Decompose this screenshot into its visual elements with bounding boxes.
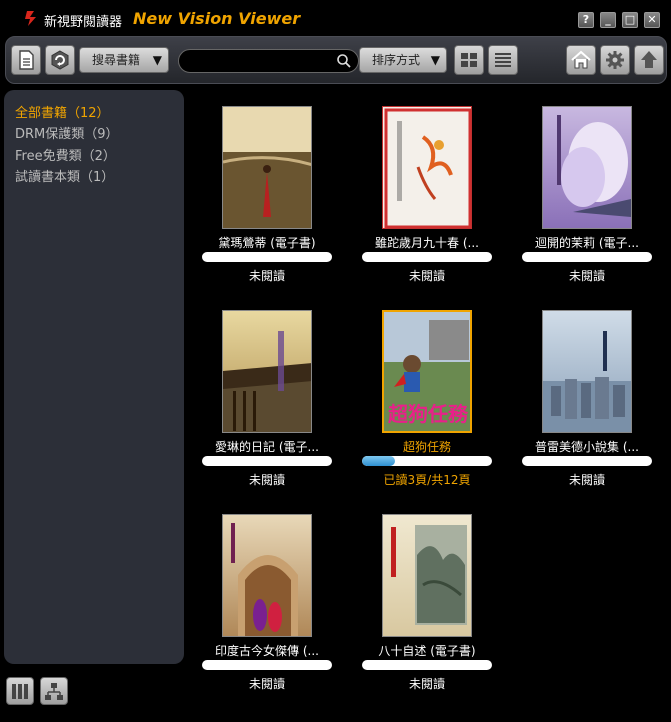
book-title: 普雷美德小說集 (... (535, 440, 639, 454)
app-title-english: New Vision Viewer (133, 9, 301, 28)
book-item[interactable]: 迴開的茉莉 (電子... 未閱讀 (510, 106, 652, 296)
book-item[interactable]: 普雷美德小說集 (... 未閱讀 (510, 310, 652, 500)
book-cover[interactable] (382, 514, 472, 637)
search-icon[interactable] (336, 53, 352, 69)
home-icon (571, 50, 591, 69)
progress-bar (202, 660, 332, 670)
grid-view-icon (461, 53, 477, 67)
close-icon[interactable]: ✕ (644, 12, 660, 28)
book-cover[interactable]: 超狗任務 (382, 310, 472, 433)
book-title: 愛琳的日記 (電子... (215, 440, 319, 454)
book-item[interactable]: 超狗任務 超狗任務 已讀3頁/共12頁 (350, 310, 492, 500)
book-title: 印度古今女傑傳 (... (215, 644, 319, 658)
search-type-label: 搜尋書籍 (92, 53, 141, 67)
sync-icon (51, 50, 69, 70)
bookshelf-icon (12, 684, 28, 699)
book-title: 迴開的茉莉 (電子... (535, 236, 639, 250)
cover-art (231, 523, 298, 636)
progress-bar (362, 660, 492, 670)
search-type-dropdown[interactable]: 搜尋書籍 ▼ (79, 47, 169, 73)
book-item[interactable]: 印度古今女傑傳 (... 未閱讀 (190, 514, 332, 704)
reading-status: 未閱讀 (568, 473, 605, 487)
progress-bar (362, 252, 492, 262)
progress-bar (522, 456, 652, 466)
search-input[interactable] (189, 53, 339, 69)
book-cover[interactable] (382, 106, 472, 229)
app-logo-icon (25, 11, 36, 26)
reading-status: 未閱讀 (248, 473, 285, 487)
network-icon (45, 683, 63, 700)
book-title: 雖跎歲月九十春 (... (375, 236, 479, 250)
upload-button[interactable] (634, 45, 664, 75)
category-sidebar: 全部書籍（12） DRM保護類（9） Free免費類（2） 試讀書本類（1） (4, 90, 184, 664)
home-button[interactable] (566, 45, 596, 75)
cover-art (543, 331, 631, 432)
sort-label: 排序方式 (372, 53, 421, 67)
book-title: 黛瑪鶯蒂 (電子書) (218, 236, 316, 250)
progress-bar (202, 456, 332, 466)
book-cover[interactable] (222, 106, 312, 229)
document-icon (19, 50, 34, 70)
book-cover[interactable] (222, 514, 312, 637)
book-title: 八十自述 (電子書) (378, 644, 476, 658)
reading-status: 未閱讀 (408, 677, 445, 691)
sync-button[interactable] (45, 45, 75, 75)
list-view-icon (495, 53, 511, 67)
cover-art (557, 115, 631, 217)
search-box (178, 49, 359, 73)
toolbar: 搜尋書籍 ▼ 排序方式 ▼ (5, 36, 667, 84)
book-cover[interactable] (542, 106, 632, 229)
list-view-button[interactable] (488, 45, 518, 75)
cover-title-text: 超狗任務 (388, 402, 468, 426)
sort-dropdown[interactable]: 排序方式 ▼ (359, 47, 447, 73)
reading-status: 未閱讀 (248, 269, 285, 283)
cover-art (223, 107, 311, 228)
book-item[interactable]: 八十自述 (電子書) 未閱讀 (350, 514, 492, 704)
progress-bar (362, 456, 492, 466)
category-all-books[interactable]: 全部書籍（12） (15, 102, 110, 121)
title-bar: 新視野閱讀器 New Vision Viewer ? _ □ ✕ (0, 0, 671, 34)
cover-art (223, 331, 311, 432)
reading-status: 未閱讀 (248, 677, 285, 691)
cover-art (384, 108, 471, 228)
minimize-icon[interactable]: _ (600, 12, 616, 28)
maximize-icon[interactable]: □ (622, 12, 638, 28)
reading-status: 未閱讀 (408, 269, 445, 283)
book-cover[interactable] (222, 310, 312, 433)
progress-bar-fill (362, 456, 395, 466)
book-title: 超狗任務 (402, 440, 451, 454)
category-free[interactable]: Free免費類（2） (15, 145, 116, 164)
cover-art (391, 525, 467, 625)
app-title-chinese: 新視野閱讀器 (44, 15, 123, 30)
reading-status: 未閱讀 (568, 269, 605, 283)
bookshelf-button[interactable] (6, 677, 34, 705)
progress-bar (202, 252, 332, 262)
reading-status: 已讀3頁/共12頁 (383, 473, 471, 487)
book-item[interactable]: 黛瑪鶯蒂 (電子書) 未閱讀 (190, 106, 332, 296)
upload-icon (641, 51, 657, 68)
category-drm[interactable]: DRM保護類（9） (15, 123, 119, 142)
gear-icon (606, 51, 624, 69)
grid-view-button[interactable] (454, 45, 484, 75)
chevron-down-icon: ▼ (430, 53, 440, 67)
book-cover[interactable] (542, 310, 632, 433)
book-item[interactable]: 雖跎歲月九十春 (... 未閱讀 (350, 106, 492, 296)
open-file-button[interactable] (11, 45, 41, 75)
category-trial[interactable]: 試讀書本類（1） (15, 166, 114, 185)
network-button[interactable] (40, 677, 68, 705)
progress-bar (522, 252, 652, 262)
chevron-down-icon: ▼ (152, 53, 162, 67)
help-icon[interactable]: ? (578, 12, 594, 28)
settings-button[interactable] (600, 45, 630, 75)
book-item[interactable]: 愛琳的日記 (電子... 未閱讀 (190, 310, 332, 500)
